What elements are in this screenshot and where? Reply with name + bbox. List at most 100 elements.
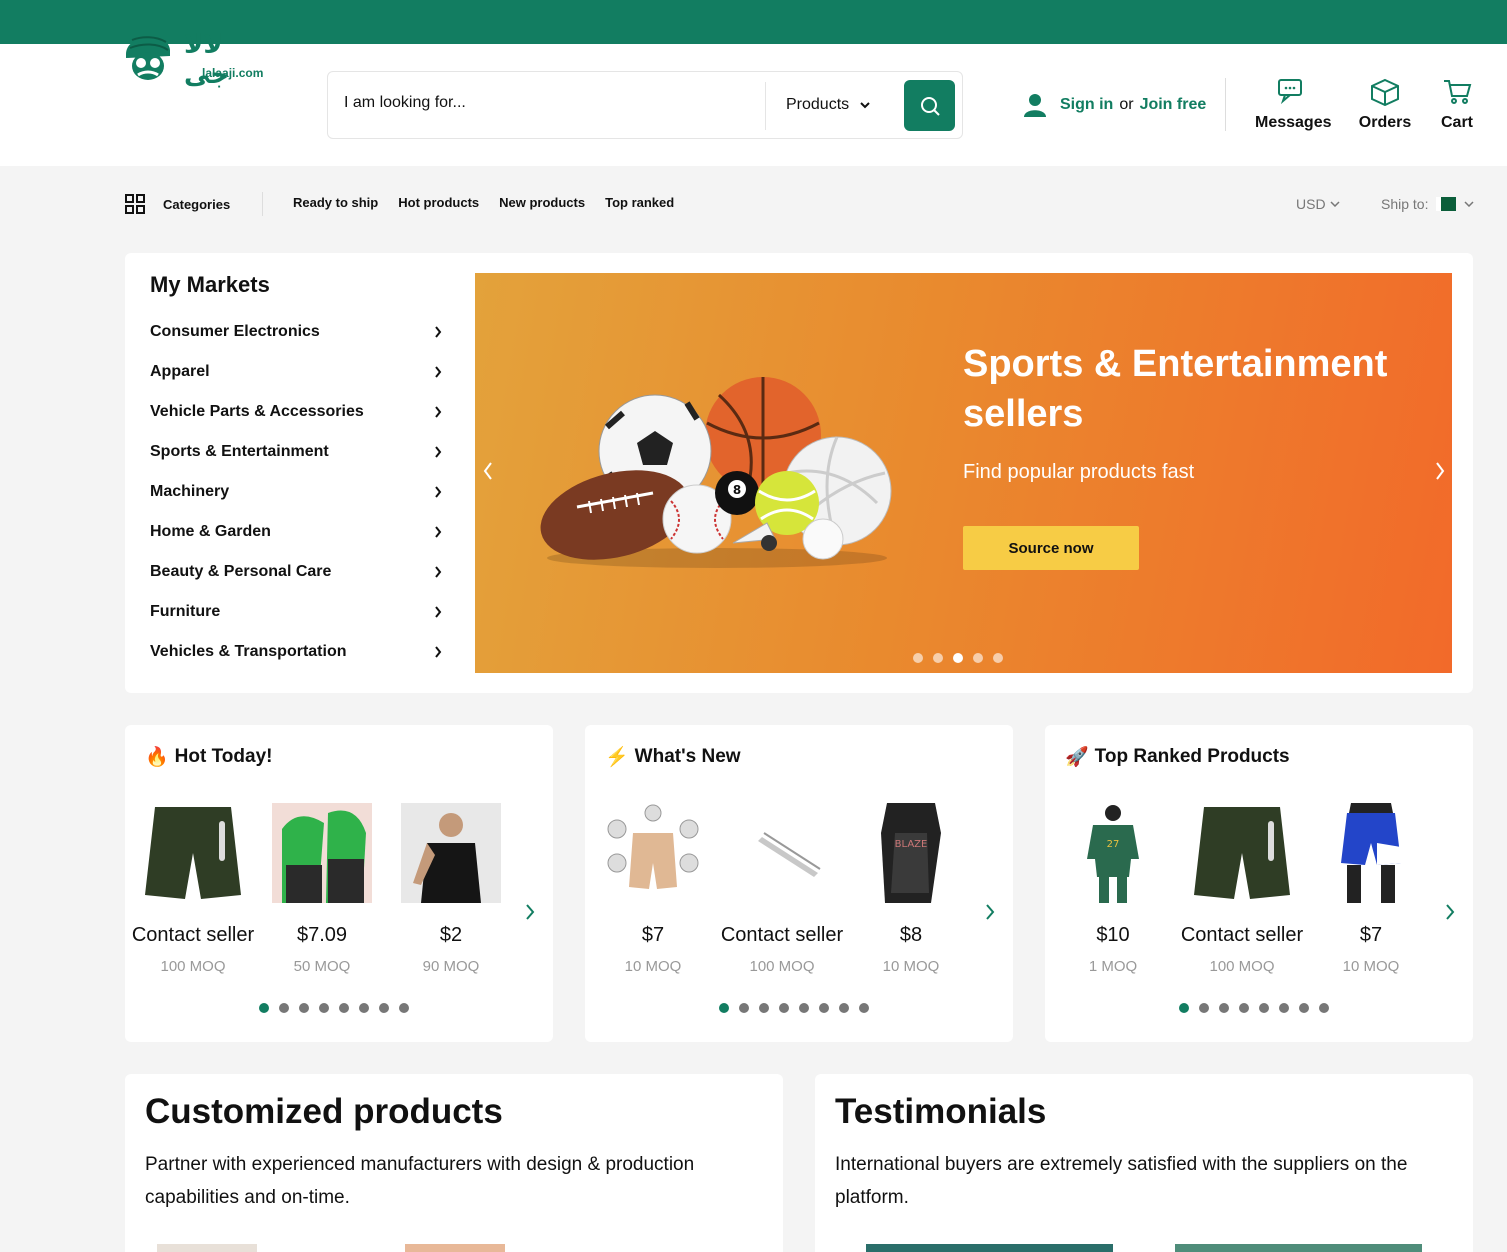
svg-text:BLAZE: BLAZE: [895, 839, 928, 850]
search-button[interactable]: [904, 80, 955, 131]
card-dot-active[interactable]: [719, 1003, 729, 1013]
chevron-left-icon[interactable]: [483, 461, 493, 481]
card-dot[interactable]: [759, 1003, 769, 1013]
market-item-label: Furniture: [150, 603, 221, 620]
messages-button[interactable]: Messages: [1255, 78, 1332, 132]
account-links: Sign in or Join free: [1022, 92, 1206, 118]
product-card[interactable]: $7 10 MOQ: [603, 803, 703, 975]
orders-icon: [1371, 78, 1399, 106]
orders-button[interactable]: Orders: [1358, 78, 1412, 132]
card-dot[interactable]: [299, 1003, 309, 1013]
card-dot[interactable]: [279, 1003, 289, 1013]
card-title: ⚡ What's New: [605, 745, 741, 769]
categories-button[interactable]: Categories: [125, 194, 230, 214]
card-dot[interactable]: [1219, 1003, 1229, 1013]
product-card[interactable]: $7.09 50 MOQ: [272, 803, 372, 975]
customized-thumbnail[interactable]: [157, 1244, 257, 1252]
chevron-right-icon[interactable]: [525, 903, 535, 921]
brand-logo[interactable]: لالا جی lalaaji.com: [122, 28, 272, 90]
chevron-right-icon: [435, 526, 442, 538]
market-item-vehicle-parts[interactable]: Vehicle Parts & Accessories: [150, 392, 442, 432]
market-item-sports[interactable]: Sports & Entertainment: [150, 432, 442, 472]
product-card[interactable]: BLAZE $8 10 MOQ: [861, 803, 961, 975]
fight-shorts-image: BLAZE: [861, 803, 961, 903]
search-type-label: Products: [786, 96, 850, 113]
banner-dot-active[interactable]: [953, 653, 963, 663]
market-item-label: Beauty & Personal Care: [150, 563, 332, 580]
cart-icon: [1444, 80, 1472, 104]
chevron-right-icon[interactable]: [985, 903, 995, 921]
football-kit-image: 27: [1063, 803, 1163, 903]
customized-thumbnail[interactable]: [405, 1244, 505, 1252]
card-dot[interactable]: [379, 1003, 389, 1013]
product-moq: 1 MOQ: [1088, 958, 1138, 975]
search-divider: [765, 82, 766, 130]
product-card[interactable]: $7 10 MOQ: [1321, 803, 1421, 975]
banner-dot[interactable]: [973, 653, 983, 663]
nav-top-ranked[interactable]: Top ranked: [605, 195, 674, 210]
nav-new-products[interactable]: New products: [499, 195, 585, 210]
card-dot[interactable]: [1299, 1003, 1309, 1013]
nav-hot-products[interactable]: Hot products: [398, 195, 479, 210]
card-dot[interactable]: [819, 1003, 829, 1013]
chevron-right-icon[interactable]: [1445, 903, 1455, 921]
testimonial-thumbnail[interactable]: [866, 1244, 1113, 1252]
nav-ready-to-ship[interactable]: Ready to ship: [293, 195, 378, 210]
market-item-apparel[interactable]: Apparel: [150, 352, 442, 392]
hot-today-card: 🔥 Hot Today! Contact seller 100 MOQ $7.09…: [125, 725, 553, 1042]
card-dot[interactable]: [799, 1003, 809, 1013]
banner-dot[interactable]: [933, 653, 943, 663]
card-dot[interactable]: [859, 1003, 869, 1013]
card-dot[interactable]: [1199, 1003, 1209, 1013]
market-item-beauty[interactable]: Beauty & Personal Care: [150, 552, 442, 592]
card-dot[interactable]: [359, 1003, 369, 1013]
market-item-machinery[interactable]: Machinery: [150, 472, 442, 512]
card-dot[interactable]: [739, 1003, 749, 1013]
market-item-furniture[interactable]: Furniture: [150, 592, 442, 632]
product-card[interactable]: 27 $10 1 MOQ: [1063, 803, 1163, 975]
testimonial-thumbnail[interactable]: [1175, 1244, 1422, 1252]
card-dot[interactable]: [839, 1003, 849, 1013]
join-free-link[interactable]: Join free: [1140, 96, 1207, 114]
sign-in-link[interactable]: Sign in: [1060, 96, 1113, 114]
currency-select[interactable]: USD: [1296, 196, 1340, 212]
market-item-home-garden[interactable]: Home & Garden: [150, 512, 442, 552]
hero-banner[interactable]: 8 Sports & Entertainment sellers Find po…: [475, 273, 1452, 673]
market-item-vehicles[interactable]: Vehicles & Transportation: [150, 632, 442, 672]
card-dot[interactable]: [339, 1003, 349, 1013]
card-dot[interactable]: [779, 1003, 789, 1013]
banner-subtitle: Find popular products fast: [963, 461, 1195, 483]
card-dot[interactable]: [1239, 1003, 1249, 1013]
card-dot-active[interactable]: [259, 1003, 269, 1013]
whats-new-card: ⚡ What's New $7 10 MOQ Contact seller 100…: [585, 725, 1013, 1042]
product-price: Contact seller: [1180, 924, 1304, 946]
card-dot[interactable]: [319, 1003, 329, 1013]
search-input[interactable]: [344, 94, 744, 112]
product-card[interactable]: Contact seller 100 MOQ: [132, 803, 254, 975]
search-type-select[interactable]: Products: [786, 96, 871, 114]
product-card[interactable]: $2 90 MOQ: [401, 803, 501, 975]
product-price: $7: [641, 924, 665, 946]
ship-to-select[interactable]: Ship to:: [1381, 196, 1475, 212]
chevron-right-icon: [435, 366, 442, 378]
card-dot[interactable]: [399, 1003, 409, 1013]
testimonials-section: Testimonials International buyers are ex…: [815, 1074, 1473, 1252]
product-price: Contact seller: [131, 924, 255, 946]
card-dot[interactable]: [1319, 1003, 1329, 1013]
card-dot-active[interactable]: [1179, 1003, 1189, 1013]
card-dot[interactable]: [1259, 1003, 1269, 1013]
card-title-text: What's New: [634, 746, 741, 767]
product-price: Contact seller: [720, 924, 844, 946]
svg-text:27: 27: [1107, 839, 1120, 850]
product-card[interactable]: Contact seller 100 MOQ: [1181, 803, 1303, 975]
product-card[interactable]: Contact seller 100 MOQ: [721, 803, 843, 975]
chevron-right-icon[interactable]: [1435, 461, 1445, 481]
banner-dot[interactable]: [913, 653, 923, 663]
banner-dot[interactable]: [993, 653, 1003, 663]
card-dot[interactable]: [1279, 1003, 1289, 1013]
cart-button[interactable]: Cart: [1438, 78, 1476, 132]
chevron-right-icon: [435, 646, 442, 658]
market-item-consumer-electronics[interactable]: Consumer Electronics: [150, 312, 442, 352]
card-title-text: Hot Today!: [174, 746, 273, 767]
source-now-button[interactable]: Source now: [963, 526, 1139, 570]
